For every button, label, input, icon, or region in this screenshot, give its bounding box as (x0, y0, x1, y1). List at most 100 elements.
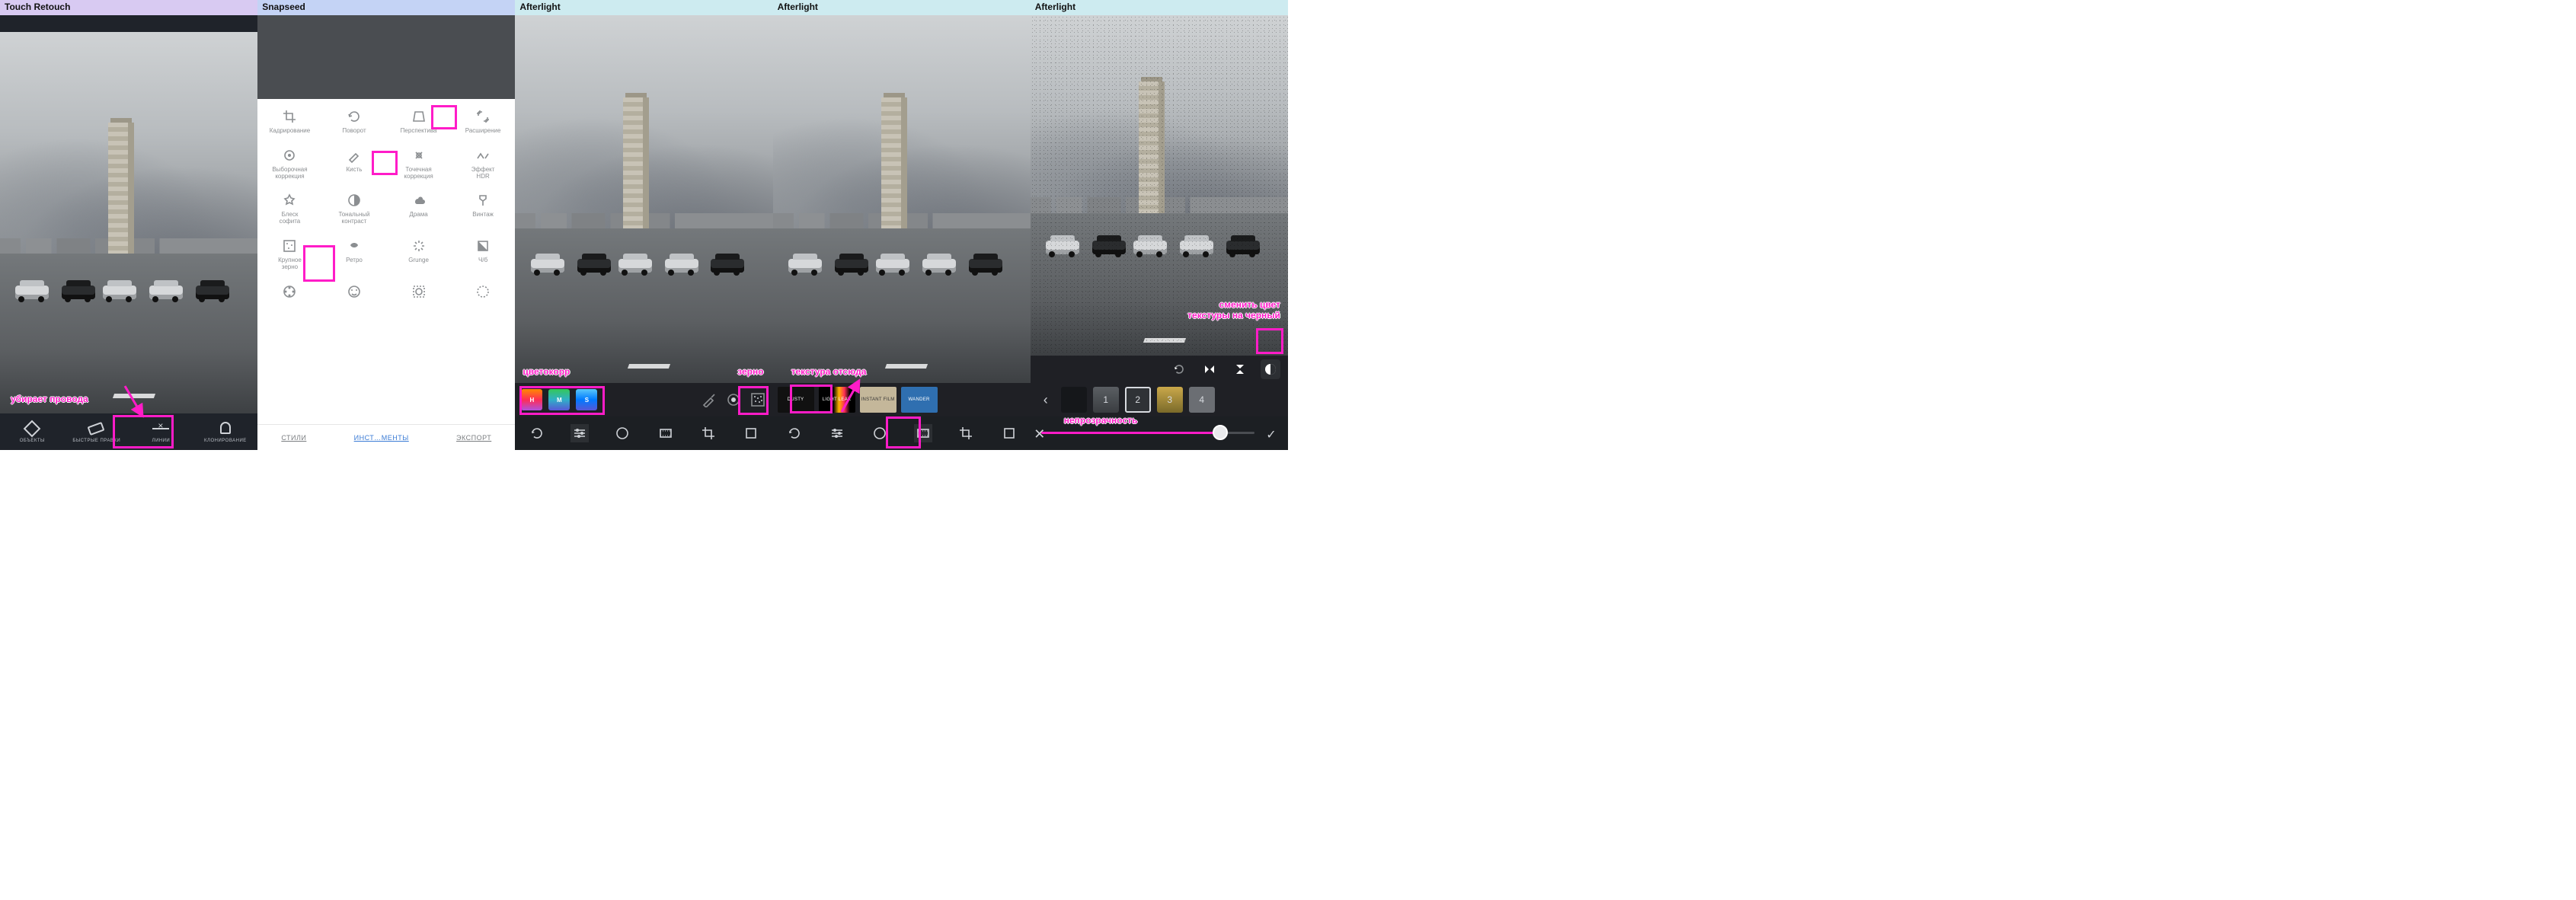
ss-tool-brush[interactable]: Кисть (322, 142, 387, 185)
brush-icon (346, 147, 363, 164)
preset-2-selected[interactable]: 2 (1125, 387, 1151, 413)
ss-tool-crop[interactable]: Кадрирование (257, 104, 322, 139)
bw-icon (475, 238, 491, 254)
brush-icon[interactable] (700, 391, 718, 409)
panel-afterlight-1: Afterlight цветокорр зерно H M S (515, 0, 772, 450)
grain-icon[interactable] (749, 391, 767, 409)
nav-crop[interactable] (957, 424, 975, 442)
photo-grainy (1031, 15, 1288, 356)
al-bottom-nav (515, 416, 772, 450)
hdr-icon (475, 147, 491, 164)
expand-icon (475, 108, 491, 125)
ss-tool-grunge[interactable]: Grunge (386, 233, 451, 276)
ss-tool-label: Поворот (342, 128, 366, 135)
swatch-hue[interactable]: H (521, 389, 542, 410)
tr-toolbar: ОБЪЕКТЫ БЫСТРЫЕ ПРАВКИ ЛИНИИ КЛОНИРОВАНИ… (0, 413, 257, 450)
ss-tool-rotate[interactable]: Поворот (322, 104, 387, 139)
nav-revert[interactable] (528, 424, 546, 442)
flip-vertical-icon[interactable] (1230, 359, 1250, 379)
ss-tool-label: Крупное зерно (278, 257, 302, 271)
dots-icon (475, 283, 491, 300)
ss-tool-face[interactable] (322, 279, 387, 308)
ss-tool-hdr[interactable]: Эффект HDR (451, 142, 516, 185)
ss-tool-reel[interactable] (257, 279, 322, 308)
tab-export[interactable]: ЭКСПОРТ (456, 434, 491, 442)
line-remove-icon (152, 420, 169, 437)
ss-tool-label: Кадрирование (270, 128, 311, 135)
tr-top-bar (0, 15, 257, 32)
tonal-icon (346, 192, 363, 209)
preset-1[interactable]: 1 (1093, 387, 1119, 413)
preset-4[interactable]: 4 (1189, 387, 1215, 413)
nav-hue[interactable] (613, 424, 631, 442)
panel-snapseed: Snapseed КадрированиеПоворотПерспективаР… (257, 0, 515, 450)
ss-tool-grain[interactable]: Крупное зерно (257, 233, 322, 276)
selective-icon (281, 147, 298, 164)
ss-tool-dots[interactable] (451, 279, 516, 308)
nav-crop[interactable] (699, 424, 718, 442)
tr-quick[interactable]: БЫСТРЫЕ ПРАВКИ (70, 420, 123, 443)
ss-tool-label: Расширение (465, 128, 501, 135)
nav-revert[interactable] (785, 424, 804, 442)
tr-lines[interactable]: ЛИНИИ (134, 420, 187, 443)
rotate-icon[interactable] (1169, 359, 1189, 379)
tr-clone-label: КЛОНИРОВАНИЕ (204, 439, 247, 443)
invert-color-icon[interactable] (1261, 359, 1280, 379)
ss-tool-label: Кисть (347, 167, 363, 174)
swatch-mid[interactable]: M (548, 389, 570, 410)
nav-hue[interactable] (871, 424, 889, 442)
objects-icon (24, 420, 40, 437)
tr-quick-label: БЫСТРЫЕ ПРАВКИ (72, 439, 120, 443)
thumb-wander[interactable]: WANDER (901, 387, 938, 413)
tr-objects-label: ОБЪЕКТЫ (20, 439, 45, 443)
grunge-icon (411, 238, 427, 254)
ss-tool-expand[interactable]: Расширение (451, 104, 516, 139)
thumb-instantfilm[interactable]: INSTANT FILM (860, 387, 896, 413)
ss-tool-selective[interactable]: Выборочная коррекция (257, 142, 322, 185)
screenshot-touchretouch: убирает провода ОБЪЕКТЫ БЫСТРЫЕ ПРАВКИ (0, 15, 257, 450)
perspective-icon (411, 108, 427, 125)
eraser-icon (88, 420, 105, 437)
ss-tool-heal[interactable]: Точечная коррекция (386, 142, 451, 185)
tr-clone[interactable]: КЛОНИРОВАНИЕ (199, 420, 252, 443)
opacity-slider[interactable] (1041, 426, 1254, 439)
ss-tool-drama[interactable]: Драма (386, 187, 451, 230)
chevron-left-icon[interactable]: ‹ (1037, 391, 1055, 409)
nav-square[interactable] (742, 424, 760, 442)
ss-tool-label: Ретро (346, 257, 363, 264)
tab-tools[interactable]: ИНСТ…МЕНТЫ (354, 434, 409, 442)
ss-tool-glamour[interactable]: Блеск софита (257, 187, 322, 230)
ss-tool-bw[interactable]: Ч/б (451, 233, 516, 276)
screenshot-afterlight-2: текстура отсюда DUSTY LIGHT LEAK INSTANT… (773, 15, 1031, 450)
tab-styles[interactable]: СТИЛИ (281, 434, 306, 442)
thumb-lightleak[interactable]: LIGHT LEAK (819, 387, 855, 413)
thumb-dusty[interactable]: DUSTY (778, 387, 814, 413)
nav-sliders[interactable] (828, 424, 846, 442)
tr-lines-label: ЛИНИИ (152, 439, 171, 443)
ss-tool-label: Эффект HDR (471, 167, 495, 180)
ss-tool-facecrop[interactable] (386, 279, 451, 308)
screenshot-afterlight-3: сменить цвет текстуры на черный непрозра… (1031, 15, 1288, 450)
ss-tool-label: Выборочная коррекция (272, 167, 307, 180)
vignette-icon[interactable] (724, 391, 743, 409)
panel-afterlight-3: Afterlight сменить цвет текстуры на черн… (1031, 0, 1288, 450)
nav-square[interactable] (1000, 424, 1018, 442)
preset-3[interactable]: 3 (1157, 387, 1183, 413)
grain-icon (281, 238, 298, 254)
ss-tool-tonal[interactable]: Тональный контраст (322, 187, 387, 230)
ss-tool-label: Блеск софита (280, 212, 301, 225)
vintage-icon (475, 192, 491, 209)
nav-film[interactable] (657, 424, 675, 442)
ss-tool-perspective[interactable]: Перспектива (386, 104, 451, 139)
flip-horizontal-icon[interactable] (1200, 359, 1219, 379)
ss-tool-vintage[interactable]: Винтаж (451, 187, 516, 230)
confirm-button[interactable]: ✓ (1261, 427, 1282, 442)
swatch-shadow[interactable]: S (576, 389, 597, 410)
ss-tool-label: Тональный контраст (338, 212, 369, 225)
nav-film[interactable] (914, 424, 932, 442)
nav-sliders[interactable] (570, 424, 589, 442)
tr-objects[interactable]: ОБЪЕКТЫ (5, 420, 59, 443)
crop-icon (281, 108, 298, 125)
preset-blank[interactable] (1061, 387, 1087, 413)
ss-tool-retro[interactable]: Ретро (322, 233, 387, 276)
